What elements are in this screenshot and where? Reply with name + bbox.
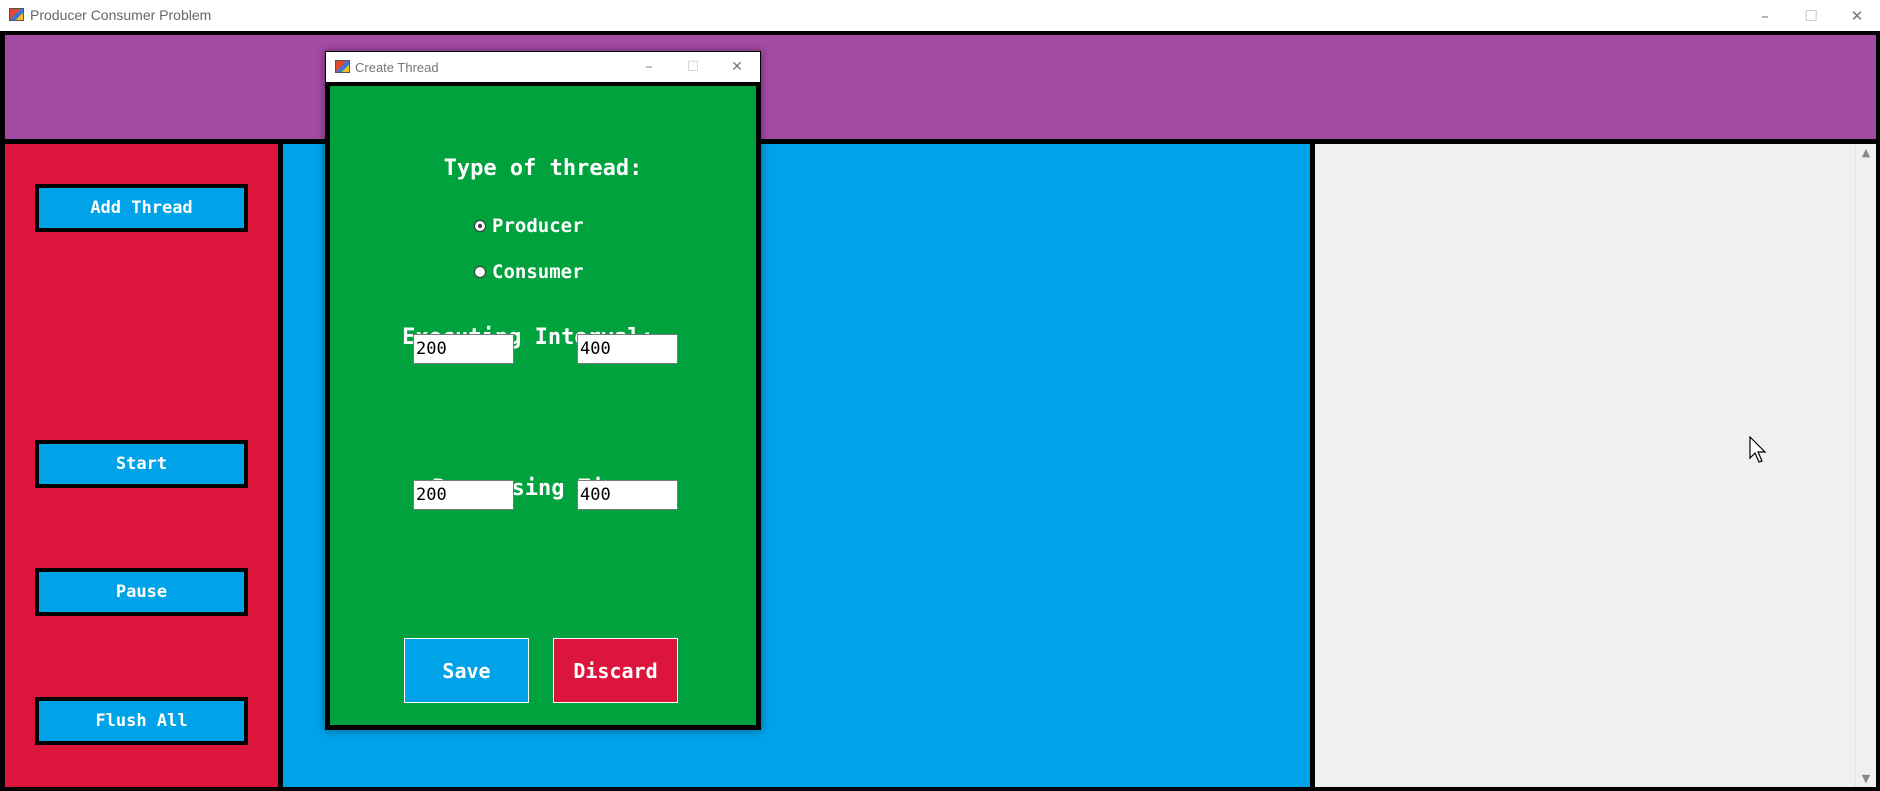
scroll-down-icon[interactable]: ▼ <box>1856 772 1876 785</box>
dialog-minimize-icon[interactable]: – <box>627 52 671 82</box>
processing-max-input[interactable] <box>577 480 678 510</box>
dialog-body: Type of thread: Producer Consumer Execut… <box>330 86 756 725</box>
interval-min-input[interactable] <box>413 334 514 364</box>
start-label: Start <box>39 444 244 484</box>
vertical-scrollbar[interactable]: ▲ ▼ <box>1855 144 1876 787</box>
window-title: Producer Consumer Problem <box>30 7 212 23</box>
consumer-radio[interactable] <box>474 266 486 278</box>
flush-all-button[interactable]: Flush All <box>35 697 248 745</box>
add-thread-button[interactable]: Add Thread <box>35 184 248 232</box>
producer-radio-option[interactable]: Producer <box>474 215 584 237</box>
processing-min-input[interactable] <box>413 480 514 510</box>
dialog-close-icon[interactable]: ✕ <box>715 52 759 82</box>
consumer-label: Consumer <box>492 261 584 283</box>
minimize-icon[interactable]: – <box>1742 0 1788 31</box>
log-panel <box>1315 144 1876 787</box>
consumer-radio-option[interactable]: Consumer <box>474 261 584 283</box>
dialog-maximize-icon[interactable]: ☐ <box>671 52 715 82</box>
interval-max-input[interactable] <box>577 334 678 364</box>
scroll-up-icon[interactable]: ▲ <box>1856 146 1876 159</box>
producer-radio[interactable] <box>474 220 486 232</box>
flush-all-label: Flush All <box>39 701 244 741</box>
producer-label: Producer <box>492 215 584 237</box>
dialog-title-bar[interactable]: Create Thread – ☐ ✕ <box>326 52 760 82</box>
dialog-app-icon <box>335 60 350 73</box>
maximize-icon[interactable]: ☐ <box>1788 0 1834 31</box>
save-button[interactable]: Save <box>404 638 529 703</box>
discard-button[interactable]: Discard <box>553 638 678 703</box>
start-button[interactable]: Start <box>35 440 248 488</box>
type-heading: Type of thread: <box>443 156 643 181</box>
create-thread-dialog: Create Thread – ☐ ✕ Type of thread: Prod… <box>325 51 761 730</box>
pause-button[interactable]: Pause <box>35 568 248 616</box>
close-icon[interactable]: ✕ <box>1834 0 1880 31</box>
header-panel <box>5 35 1876 139</box>
dialog-title: Create Thread <box>355 60 439 75</box>
main-title-bar[interactable]: Producer Consumer Problem – ☐ ✕ <box>0 0 1880 31</box>
mouse-cursor-icon <box>1749 436 1767 463</box>
processing-heading: Processing Time: <box>432 476 644 501</box>
app-icon <box>9 8 24 21</box>
pause-label: Pause <box>39 572 244 612</box>
add-thread-label: Add Thread <box>39 188 244 228</box>
